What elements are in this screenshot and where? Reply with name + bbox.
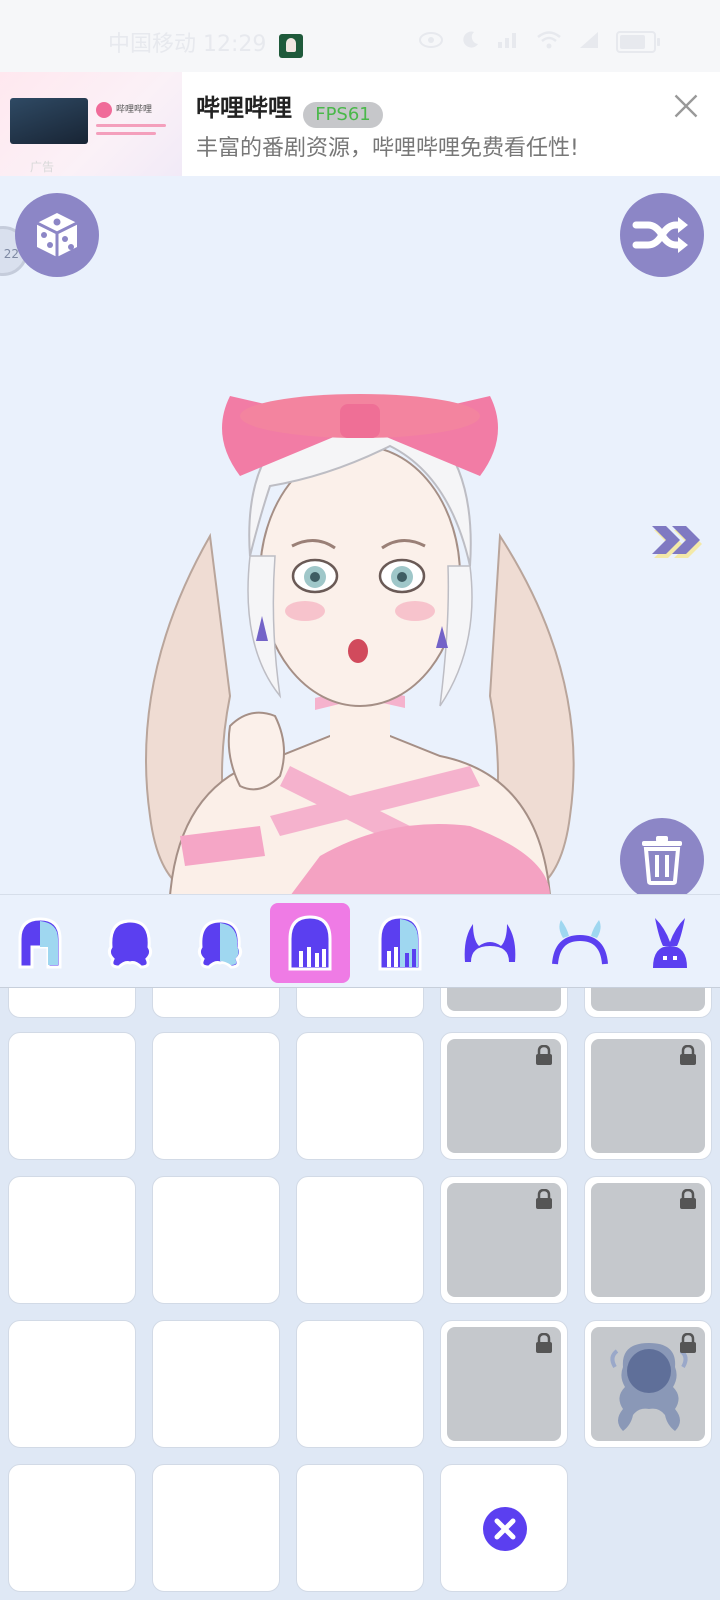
ad-description[interactable]: 丰富的番剧资源，哔哩哔哩免费看任性! [196,130,579,162]
remove-item-tile[interactable] [440,1464,568,1592]
signal-icon [578,30,600,53]
category-bar [0,894,720,989]
category-hair-curly[interactable] [90,903,170,983]
bunny-ears-icon [653,918,687,968]
character-stage: 22 [0,176,720,894]
eye-icon [418,31,444,52]
antler-headband-icon [552,920,608,965]
lock-icon [680,1045,696,1065]
close-icon[interactable] [672,92,700,120]
horns-icon [464,924,516,962]
hair-back-icon [288,915,332,971]
dice-icon [36,213,78,257]
delete-button[interactable] [620,818,704,894]
status-icons [418,30,660,53]
item-tile[interactable] [296,1320,424,1448]
item-tile[interactable] [296,1032,424,1160]
ad-thumbnail[interactable]: 哔哩哔哩 广告 [0,72,182,176]
category-horns[interactable] [450,903,530,983]
ad-brand-logo [96,102,112,118]
lock-icon [536,1189,552,1209]
item-tile[interactable] [152,988,280,1018]
item-tile[interactable] [8,1176,136,1304]
locked-item-tile[interactable] [584,988,712,1018]
item-tile[interactable] [152,1176,280,1304]
signal-5g-icon [496,30,520,53]
shuffle-icon [632,217,688,253]
item-tile[interactable] [8,1464,136,1592]
lock-icon [536,1045,552,1065]
wifi-icon [536,30,562,53]
lock-icon [680,1189,696,1209]
locked-item-tile[interactable] [584,1176,712,1304]
item-tile[interactable] [296,988,424,1018]
category-bunny-ears[interactable] [630,903,710,983]
ad-thumbnail-screen [10,98,88,144]
close-circle-icon [483,1507,527,1551]
item-tile[interactable] [296,1464,424,1592]
item-tile[interactable] [8,988,136,1018]
ad-thumb-line [96,132,156,135]
character-illustration [145,394,575,894]
carrier-time: 中国移动 12:29 [108,32,267,57]
hair-mixed-icon [197,919,243,969]
status-bar: 中国移动 12:29 [0,0,720,72]
item-tile[interactable] [8,1032,136,1160]
locked-item-tile[interactable] [440,1032,568,1160]
lock-icon [536,1333,552,1353]
category-hair-full[interactable] [0,903,80,983]
trash-icon [642,836,682,885]
item-tile[interactable] [296,1176,424,1304]
ad-thumb-line [96,124,166,127]
ad-title[interactable]: 哔哩哔哩 [196,88,292,123]
locked-item-tile[interactable] [440,1320,568,1448]
item-tile[interactable] [8,1320,136,1448]
locked-item-tile[interactable] [440,1176,568,1304]
battery-icon [616,30,660,53]
hair-full-icon [18,917,62,969]
moon-icon [460,30,480,53]
ad-banner[interactable]: 哔哩哔哩 广告 哔哩哔哩 FPS61 丰富的番剧资源，哔哩哔哩免费看任性! [0,72,720,176]
shuffle-button[interactable] [620,193,704,277]
item-tile[interactable] [152,1032,280,1160]
hair-curly-icon [107,919,153,969]
next-arrows-icon[interactable] [650,522,712,562]
item-tile[interactable] [152,1320,280,1448]
random-dice-button[interactable] [15,193,99,277]
locked-item-tile[interactable] [584,1032,712,1160]
hair-half-icon [378,915,422,971]
locked-item-tile-hair[interactable] [584,1320,712,1448]
category-antler-headband[interactable] [540,903,620,983]
locked-item-tile[interactable] [440,988,568,1018]
notification-app-icon [279,34,303,58]
category-hair-half[interactable] [360,903,440,983]
ad-label: 广告 [30,160,55,174]
item-grid [0,988,720,1600]
fps-counter: FPS61 [303,102,383,128]
item-tile[interactable] [152,1464,280,1592]
category-hair-mixed[interactable] [180,903,260,983]
ad-brand-name: 哔哩哔哩 [116,105,153,115]
lock-icon [680,1333,696,1353]
category-hair-back[interactable] [270,903,350,983]
